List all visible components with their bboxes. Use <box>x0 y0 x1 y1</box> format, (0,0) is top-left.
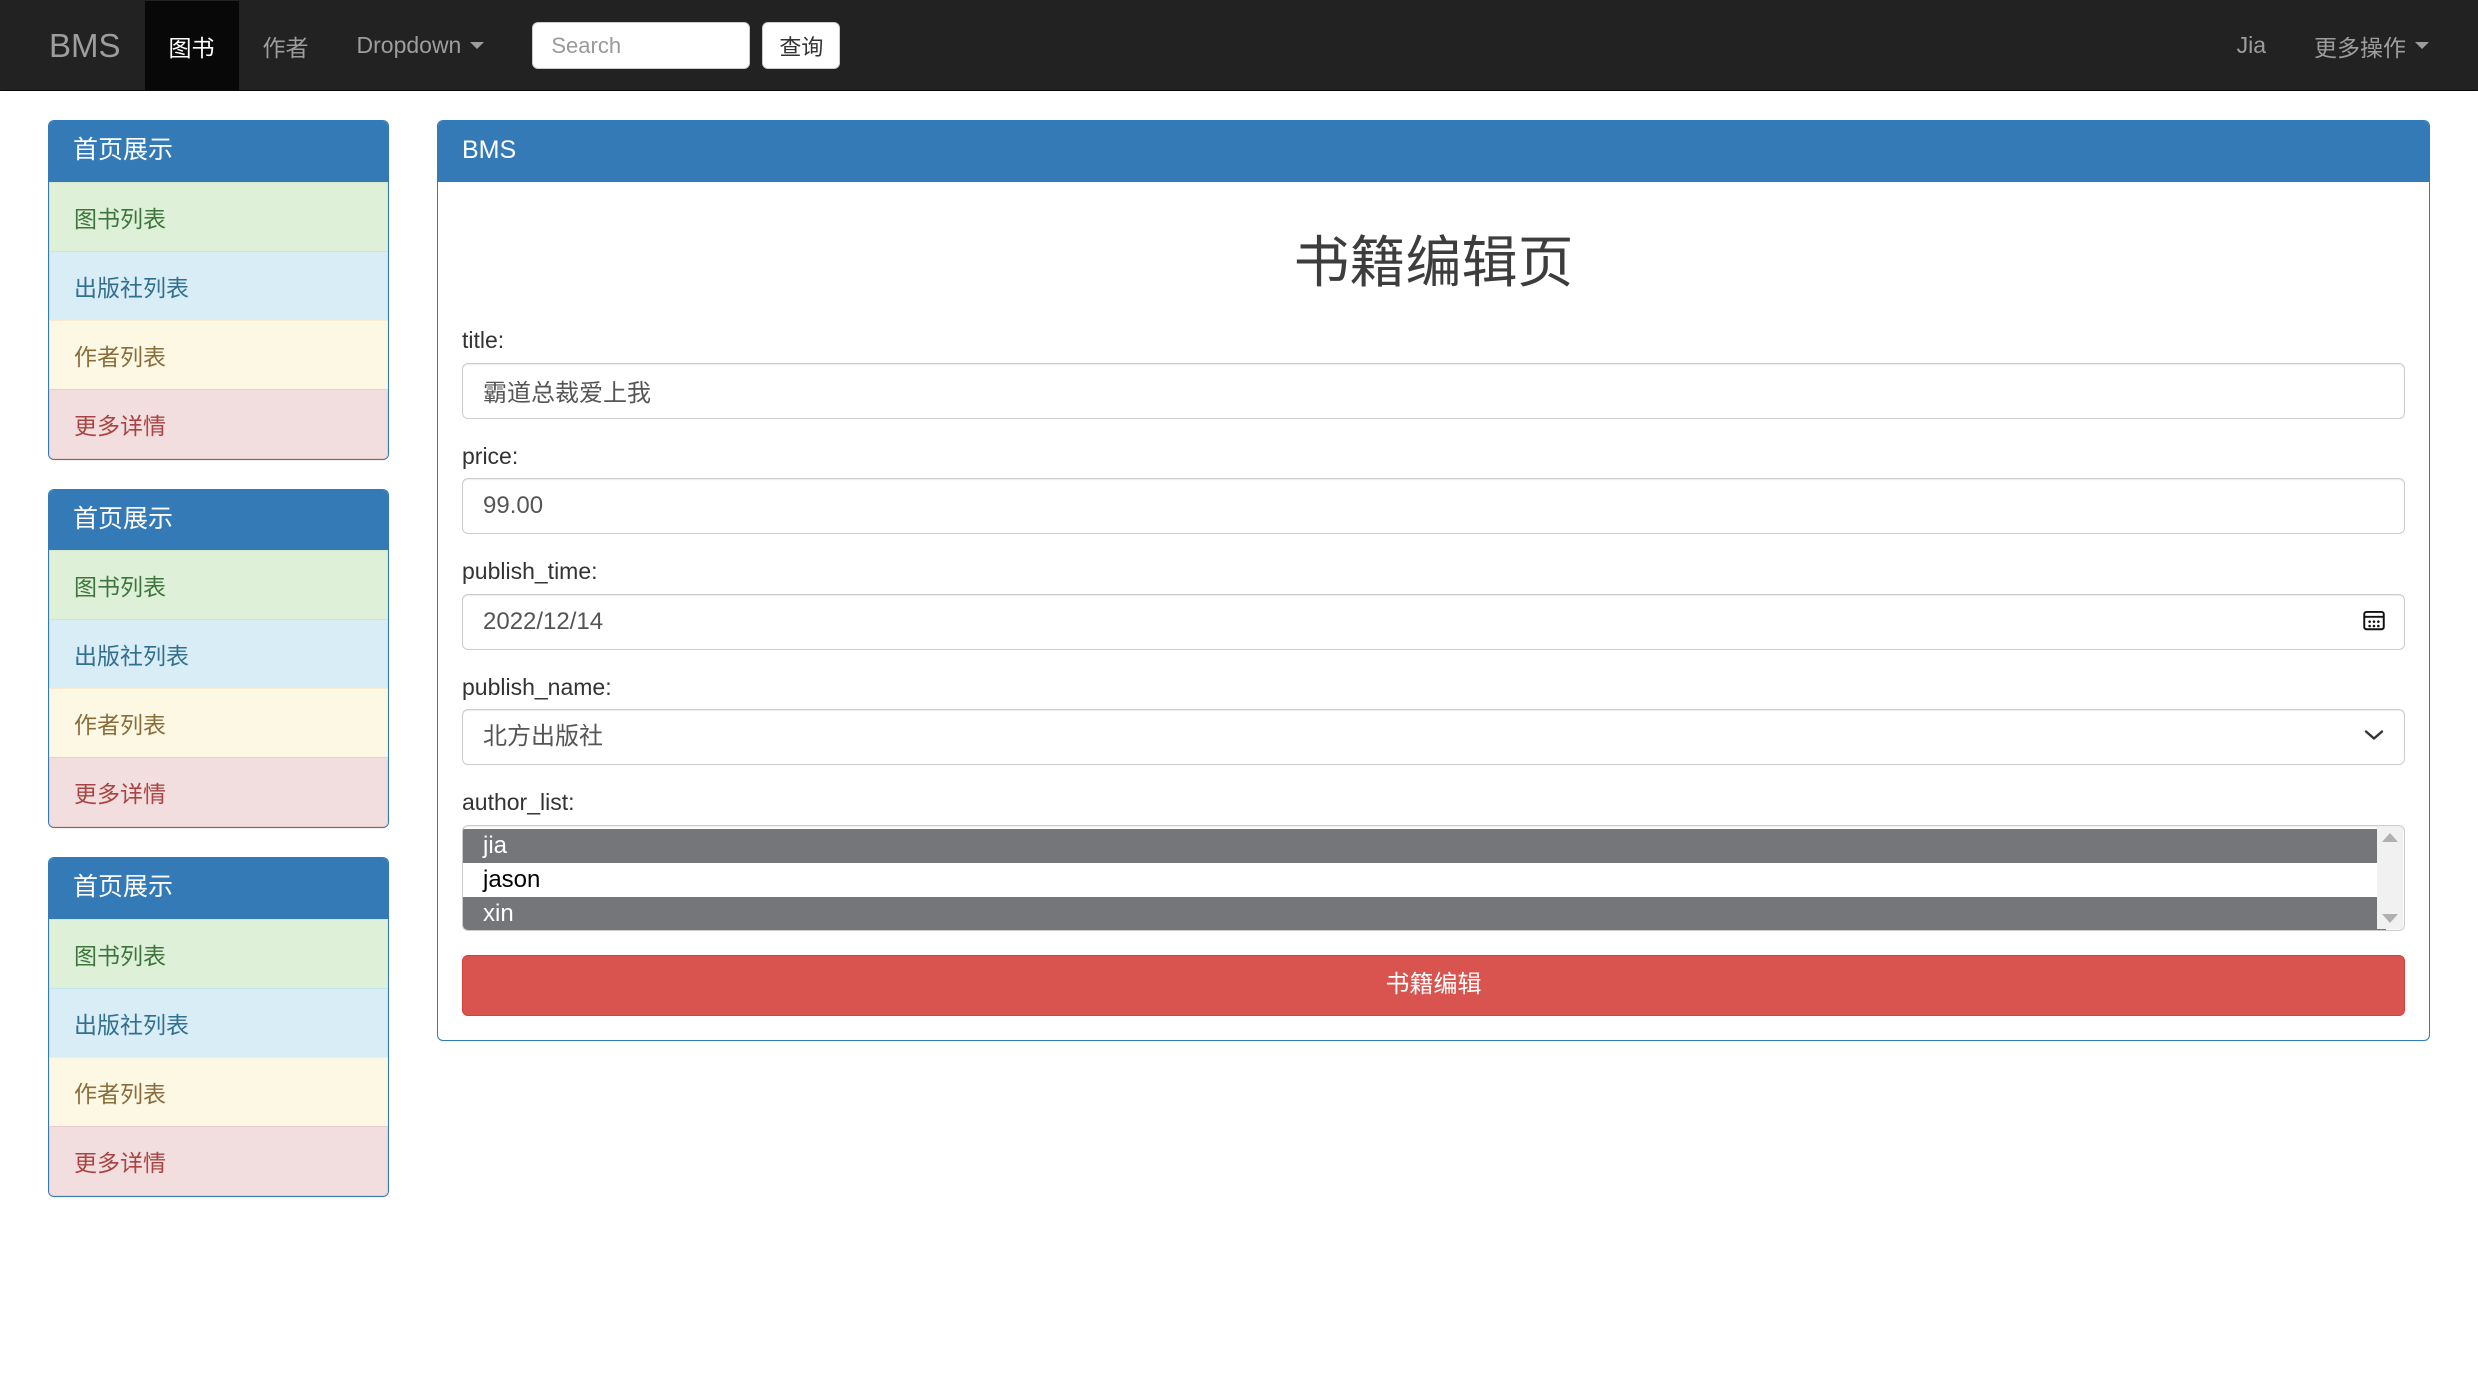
nav-item-more-actions-label: 更多操作 <box>2314 34 2406 61</box>
nav-item-authors[interactable]: 作者 <box>239 1 333 90</box>
chevron-down-icon <box>470 42 485 49</box>
search-input[interactable] <box>532 22 751 69</box>
sidebar-panel-3: 首页展示 图书列表 出版社列表 作者列表 更多详情 <box>48 857 389 1197</box>
author-list-scrollbar[interactable] <box>2377 827 2403 930</box>
navbar-search-form: 查询 <box>508 1 864 90</box>
sidebar-item-publisher-list[interactable]: 出版社列表 <box>49 987 388 1058</box>
nav-item-dropdown[interactable]: Dropdown <box>333 1 509 90</box>
sidebar-item-more-details[interactable]: 更多详情 <box>49 388 388 459</box>
sidebar-item-more-details[interactable]: 更多详情 <box>49 757 388 827</box>
author-list-label: author_list: <box>462 789 575 816</box>
book-edit-panel-body: 书籍编辑页 title: price: publish_time: <box>438 182 2429 1040</box>
nav-item-dropdown-label: Dropdown <box>356 32 462 58</box>
sidebar-item-book-list[interactable]: 图书列表 <box>49 181 388 252</box>
sidebar-item-author-list[interactable]: 作者列表 <box>49 1056 388 1127</box>
publish-name-select[interactable]: 北方出版社 <box>462 709 2405 766</box>
sidebar-panel-2-list: 图书列表 出版社列表 作者列表 更多详情 <box>49 550 388 827</box>
sidebar-item-more-details[interactable]: 更多详情 <box>49 1125 388 1196</box>
scroll-up-arrow-icon[interactable] <box>2382 833 2398 843</box>
top-navbar: BMS 图书 作者 Dropdown 查询 Jia 更多操作 <box>0 0 2478 91</box>
publish-time-input[interactable] <box>462 593 2405 650</box>
caret-down-icon <box>2415 42 2429 49</box>
navbar-brand[interactable]: BMS <box>25 1 145 90</box>
sidebar-item-publisher-list[interactable]: 出版社列表 <box>49 619 388 689</box>
publish-name-wrapper: 北方出版社 <box>462 709 2405 766</box>
price-label: price: <box>462 442 519 469</box>
sidebar-panel-1-title: 首页展示 <box>73 136 174 164</box>
field-group-publish-name: publish_name: 北方出版社 <box>462 674 2405 766</box>
book-edit-panel-heading: BMS <box>438 121 2429 182</box>
book-edit-form: title: price: publish_time: <box>462 327 2405 1016</box>
sidebar-item-publisher-list[interactable]: 出版社列表 <box>49 250 388 321</box>
field-group-title: title: <box>462 327 2405 419</box>
sidebar-item-author-list[interactable]: 作者列表 <box>49 688 388 758</box>
navbar-left-group: BMS 图书 作者 Dropdown 查询 <box>1 1 864 90</box>
author-list-options: jia jason xin wei <box>463 829 2404 931</box>
author-option-jia[interactable]: jia <box>463 829 2386 864</box>
author-list-multiselect[interactable]: jia jason xin wei <box>462 825 2405 932</box>
page-container: 首页展示 图书列表 出版社列表 作者列表 更多详情 首页展示 图书列表 出版社列… <box>0 91 2478 1197</box>
nav-item-username[interactable]: Jia <box>2213 1 2290 90</box>
sidebar-panel-1: 首页展示 图书列表 出版社列表 作者列表 更多详情 <box>48 120 389 460</box>
author-option-xin[interactable]: xin <box>463 897 2386 931</box>
sidebar-panel-1-list: 图书列表 出版社列表 作者列表 更多详情 <box>49 181 388 459</box>
publish-time-label: publish_time: <box>462 558 598 585</box>
sidebar-panel-1-heading: 首页展示 <box>49 121 388 182</box>
price-input[interactable] <box>462 478 2405 535</box>
sidebar-panel-3-heading: 首页展示 <box>49 858 388 919</box>
sidebar-item-book-list[interactable]: 图书列表 <box>49 918 388 989</box>
sidebar-panel-3-list: 图书列表 出版社列表 作者列表 更多详情 <box>49 918 388 1196</box>
nav-item-more-actions[interactable]: 更多操作 <box>2290 1 2453 90</box>
sidebar: 首页展示 图书列表 出版社列表 作者列表 更多详情 首页展示 图书列表 出版社列… <box>24 91 413 1197</box>
author-option-jason[interactable]: jason <box>463 863 2386 897</box>
field-group-publish-time: publish_time: <box>462 558 2405 650</box>
field-group-author-list: author_list: jia jason xin wei <box>462 789 2405 932</box>
search-submit-button[interactable]: 查询 <box>762 22 841 69</box>
main-content: BMS 书籍编辑页 title: price: publish_time: <box>413 91 2454 1041</box>
book-edit-panel-title: BMS <box>462 136 517 164</box>
navbar-right-group: Jia 更多操作 <box>2213 1 2477 90</box>
scroll-down-arrow-icon[interactable] <box>2382 914 2398 924</box>
submit-book-edit-button[interactable]: 书籍编辑 <box>462 955 2405 1016</box>
title-input[interactable] <box>462 362 2405 419</box>
publish-name-label: publish_name: <box>462 673 612 700</box>
field-group-price: price: <box>462 443 2405 535</box>
sidebar-panel-2-heading: 首页展示 <box>49 489 388 550</box>
page-title: 书籍编辑页 <box>1293 230 1574 294</box>
publish-time-wrapper <box>462 593 2405 650</box>
nav-item-books[interactable]: 图书 <box>144 1 239 90</box>
book-edit-panel: BMS 书籍编辑页 title: price: publish_time: <box>437 120 2430 1041</box>
sidebar-panel-3-title: 首页展示 <box>73 873 174 901</box>
sidebar-item-book-list[interactable]: 图书列表 <box>49 550 388 620</box>
sidebar-panel-2: 首页展示 图书列表 出版社列表 作者列表 更多详情 <box>48 488 389 828</box>
sidebar-item-author-list[interactable]: 作者列表 <box>49 319 388 390</box>
title-label: title: <box>462 327 505 354</box>
sidebar-panel-2-title: 首页展示 <box>73 504 174 533</box>
